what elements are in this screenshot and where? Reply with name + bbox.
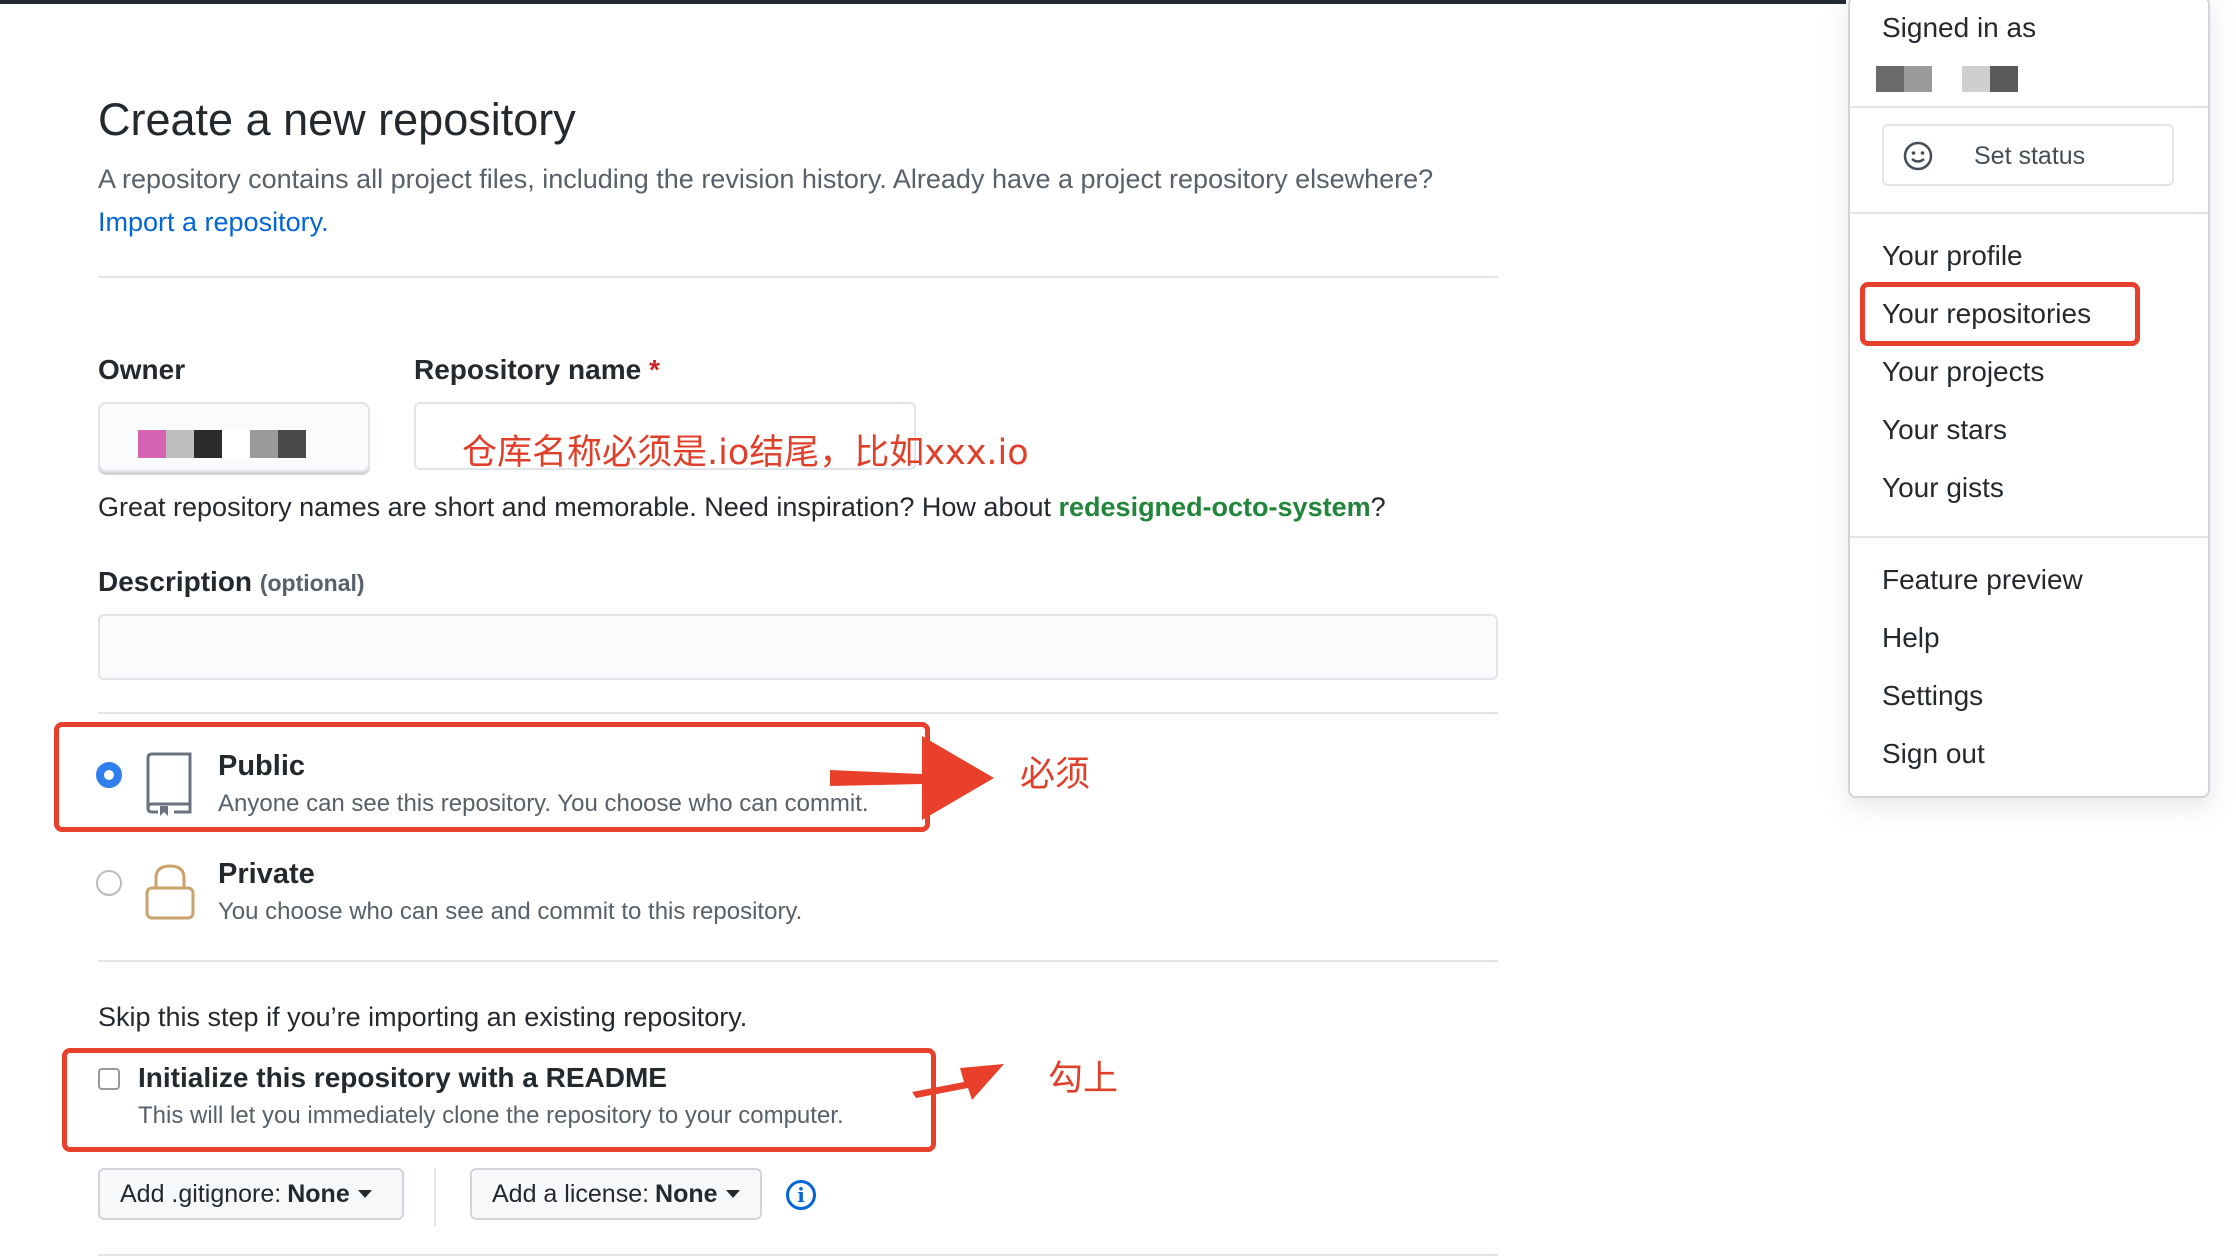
divider <box>98 960 1498 962</box>
menu-item-settings[interactable]: Settings <box>1882 680 1983 712</box>
private-title: Private <box>218 858 315 890</box>
top-border <box>0 0 1846 4</box>
gitignore-value: None <box>287 1179 350 1208</box>
license-dropdown[interactable]: Add a license: None <box>470 1168 762 1220</box>
description-label-text: Description <box>98 566 253 597</box>
menu-item-your-stars[interactable]: Your stars <box>1882 414 2007 446</box>
divider <box>98 276 1498 278</box>
caret-down-icon <box>725 1190 740 1198</box>
hint-text: Great repository names are short and mem… <box>98 492 1051 522</box>
caret-down-icon <box>357 1190 372 1198</box>
gitignore-label: Add .gitignore: <box>120 1179 282 1208</box>
info-icon[interactable]: i <box>786 1180 816 1210</box>
smiley-icon <box>1903 141 1933 171</box>
set-status-label: Set status <box>1974 142 2086 170</box>
divider <box>98 1254 1498 1256</box>
required-mark: * <box>648 354 660 385</box>
repo-name-annotation: 仓库名称必须是.io结尾，比如xxx.io <box>462 433 1029 473</box>
menu-item-your-profile[interactable]: Your profile <box>1882 240 2023 272</box>
page-title: Create a new repository <box>98 94 576 145</box>
arrow-right-icon <box>830 736 994 820</box>
gitignore-dropdown[interactable]: Add .gitignore: None <box>98 1168 404 1220</box>
owner-avatar-redacted <box>138 430 306 458</box>
username-redacted <box>1876 66 2018 92</box>
skip-step-text: Skip this step if you’re importing an ex… <box>98 1002 748 1032</box>
menu-divider <box>1850 536 2208 538</box>
menu-divider <box>1850 106 2208 108</box>
repo-name-hint: Great repository names are short and mem… <box>98 492 1386 523</box>
menu-divider <box>1850 212 2208 214</box>
description-optional: (optional) <box>259 570 365 596</box>
repositories-highlight-box <box>1860 282 2140 346</box>
hint-suffix: ? <box>1370 492 1386 522</box>
readme-highlight-box <box>62 1048 936 1152</box>
menu-item-feature-preview[interactable]: Feature preview <box>1882 564 2083 596</box>
signed-in-as-label: Signed in as <box>1882 12 2037 43</box>
description-label: Description (optional) <box>98 566 365 598</box>
menu-item-your-gists[interactable]: Your gists <box>1882 472 2004 504</box>
public-highlight-box <box>54 722 930 832</box>
dropdown-separator <box>434 1168 436 1226</box>
page-subtitle: A repository contains all project files,… <box>98 158 1498 244</box>
divider <box>98 712 1498 714</box>
public-annotation: 必须 <box>1020 755 1091 795</box>
menu-item-sign-out[interactable]: Sign out <box>1882 738 1985 770</box>
subtitle-text: A repository contains all project files,… <box>98 164 1434 194</box>
private-description: You choose who can see and commit to thi… <box>218 898 803 925</box>
repo-name-label-text: Repository name <box>414 354 642 385</box>
lock-icon <box>145 864 195 920</box>
set-status-button[interactable]: Set status <box>1882 124 2174 186</box>
name-suggestion-link[interactable]: redesigned-octo-system <box>1059 492 1371 522</box>
arrow-right-icon <box>912 1064 1004 1100</box>
license-label: Add a license: <box>492 1179 650 1208</box>
license-value: None <box>655 1179 718 1208</box>
description-input[interactable] <box>98 614 1498 680</box>
owner-label: Owner <box>98 354 186 385</box>
owner-select[interactable] <box>98 402 370 472</box>
menu-item-help[interactable]: Help <box>1882 622 1940 654</box>
private-radio[interactable] <box>96 870 122 896</box>
import-repository-link[interactable]: Import a repository. <box>98 207 329 237</box>
readme-annotation: 勾上 <box>1048 1059 1119 1099</box>
repo-name-label: Repository name * <box>414 354 660 386</box>
menu-item-your-projects[interactable]: Your projects <box>1882 356 2044 388</box>
user-dropdown-menu: Signed in as Set status Your profile You… <box>1848 0 2210 798</box>
